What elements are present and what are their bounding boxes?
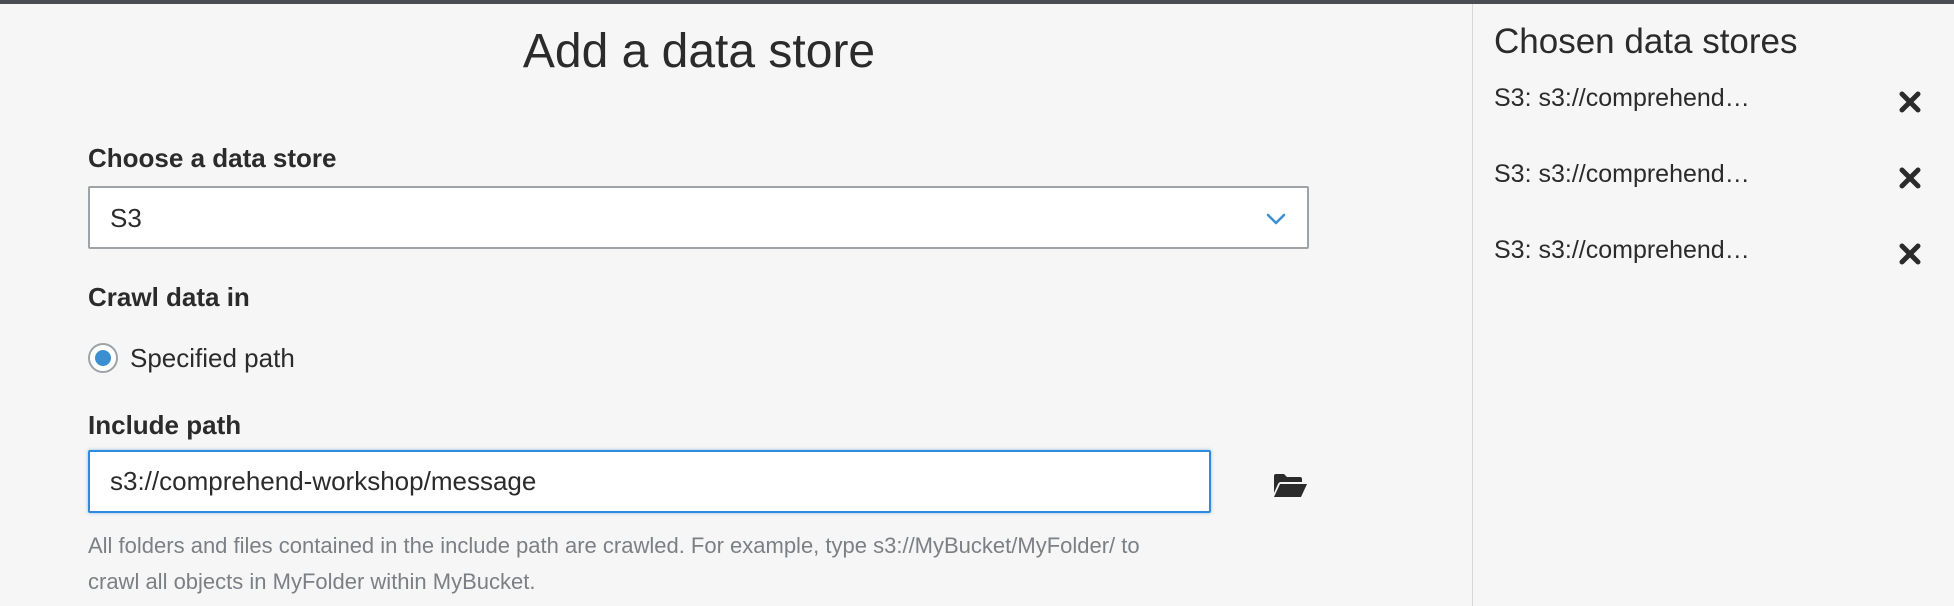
chosen-store-label: S3: s3://comprehend… xyxy=(1494,84,1750,112)
include-path-help: All folders and files contained in the i… xyxy=(88,528,1288,600)
add-data-store-panel: Add a data store Choose a data store S3 … xyxy=(0,4,1472,606)
chosen-data-stores-panel: Chosen data stores S3: s3://comprehend… … xyxy=(1473,4,1954,606)
choose-data-store-label: Choose a data store xyxy=(88,143,337,173)
data-store-select[interactable]: S3 xyxy=(88,186,1309,249)
chosen-store-label: S3: s3://comprehend… xyxy=(1494,236,1750,264)
specified-path-option[interactable]: Specified path xyxy=(88,340,295,376)
include-path-input[interactable] xyxy=(88,450,1211,513)
folder-open-icon[interactable] xyxy=(1272,470,1308,500)
crawl-data-in-label: Crawl data in xyxy=(88,282,250,312)
close-icon[interactable] xyxy=(1898,166,1922,190)
close-icon[interactable] xyxy=(1898,242,1922,266)
include-path-help-line1: All folders and files contained in the i… xyxy=(88,533,1140,558)
chosen-store-item: S3: s3://comprehend… xyxy=(1494,236,1934,272)
page-title: Add a data store xyxy=(522,25,876,78)
chosen-store-label: S3: s3://comprehend… xyxy=(1494,160,1750,188)
chosen-data-stores-title: Chosen data stores xyxy=(1494,22,1798,61)
chosen-store-item: S3: s3://comprehend… xyxy=(1494,160,1934,196)
include-path-label: Include path xyxy=(88,410,242,440)
specified-path-label: Specified path xyxy=(130,342,295,373)
specified-path-radio[interactable] xyxy=(88,343,118,373)
chevron-down-icon xyxy=(1266,213,1286,225)
include-path-help-line2: crawl all objects in MyFolder within MyB… xyxy=(88,569,536,594)
chosen-store-item: S3: s3://comprehend… xyxy=(1494,84,1934,120)
close-icon[interactable] xyxy=(1898,90,1922,114)
data-store-select-value: S3 xyxy=(110,203,142,233)
